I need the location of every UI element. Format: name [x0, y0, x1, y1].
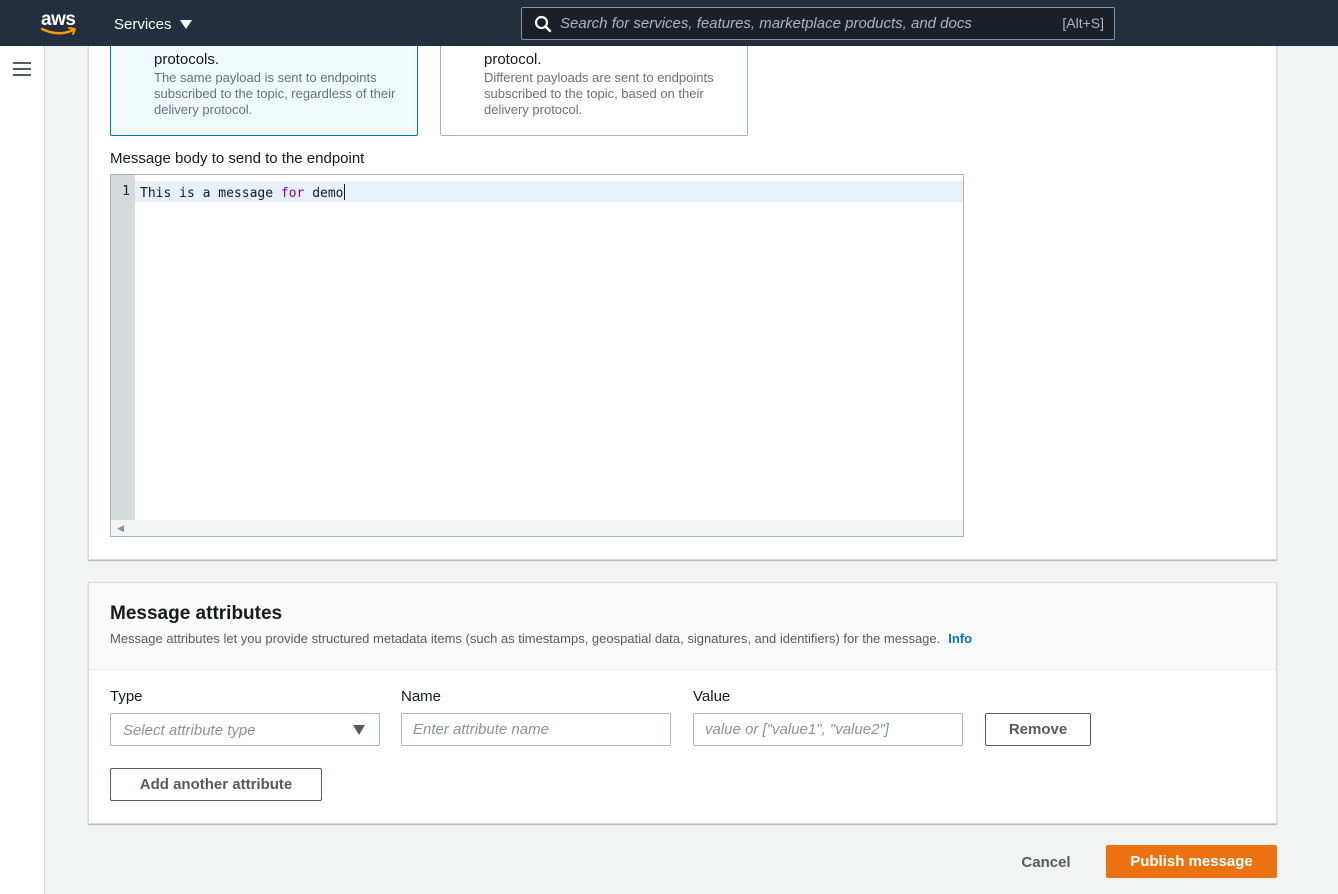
attribute-type-placeholder: Select attribute type — [123, 722, 256, 739]
search-input[interactable] — [560, 8, 1040, 39]
code-text: This is a message — [140, 186, 281, 201]
name-label: Name — [401, 688, 442, 705]
cancel-button[interactable]: Cancel — [1010, 846, 1082, 878]
message-body-label: Message body to send to the endpoint — [110, 150, 365, 167]
services-menu-button[interactable]: Services — [114, 13, 192, 35]
attributes-header: Message attributes Message attributes le… — [89, 583, 1276, 670]
code-keyword: for — [280, 186, 305, 201]
info-link[interactable]: Info — [948, 631, 972, 646]
services-label: Services — [114, 15, 172, 33]
attributes-description: Message attributes let you provide struc… — [110, 631, 972, 646]
code-text: demo — [304, 186, 344, 201]
structure-option-title: protocols. — [154, 51, 220, 68]
remove-attribute-button[interactable]: Remove — [985, 713, 1091, 746]
text-caret — [343, 184, 345, 200]
hamburger-menu-icon[interactable] — [13, 62, 31, 76]
type-label: Type — [110, 688, 143, 705]
aws-smile-icon — [40, 27, 76, 35]
search-box[interactable]: [Alt+S] — [521, 7, 1115, 40]
caret-down-icon — [353, 725, 365, 735]
add-another-attribute-button[interactable]: Add another attribute — [110, 768, 322, 801]
structure-option-identical[interactable]: protocols. The same payload is sent to e… — [110, 46, 418, 136]
attribute-name-input[interactable] — [401, 713, 671, 746]
horizontal-scrollbar[interactable]: ◀ — [111, 520, 963, 536]
structure-option-description: Different payloads are sent to endpoints… — [484, 70, 714, 117]
message-body-editor[interactable]: 1 This is a message for demo ◀ — [110, 174, 964, 537]
search-shortcut-hint: [Alt+S] — [1062, 15, 1104, 31]
publish-message-button[interactable]: Publish message — [1106, 845, 1277, 878]
structure-option-description: The same payload is sent to endpoints su… — [154, 70, 396, 117]
search-icon — [534, 15, 552, 33]
structure-option-custom[interactable]: protocol. Different payloads are sent to… — [440, 46, 748, 136]
aws-logo[interactable]: aws — [40, 9, 80, 37]
caret-down-icon — [179, 19, 192, 29]
editor-code-line[interactable]: This is a message for demo — [140, 184, 345, 201]
attributes-description-text: Message attributes let you provide struc… — [110, 631, 941, 646]
structure-option-title: protocol. — [484, 51, 542, 68]
attribute-type-select[interactable]: Select attribute type — [110, 713, 380, 746]
top-navigation-bar: aws Services [Alt+S] — [0, 0, 1338, 46]
value-label: Value — [693, 688, 731, 705]
editor-gutter: 1 — [111, 175, 135, 520]
message-details-panel: protocols. The same payload is sent to e… — [88, 46, 1277, 560]
message-attributes-panel: Message attributes Message attributes le… — [88, 582, 1277, 824]
attribute-value-input[interactable] — [693, 713, 963, 746]
attributes-title: Message attributes — [110, 603, 283, 624]
line-number: 1 — [122, 184, 130, 199]
scroll-left-icon[interactable]: ◀ — [117, 523, 124, 534]
left-side-rail — [0, 46, 45, 894]
